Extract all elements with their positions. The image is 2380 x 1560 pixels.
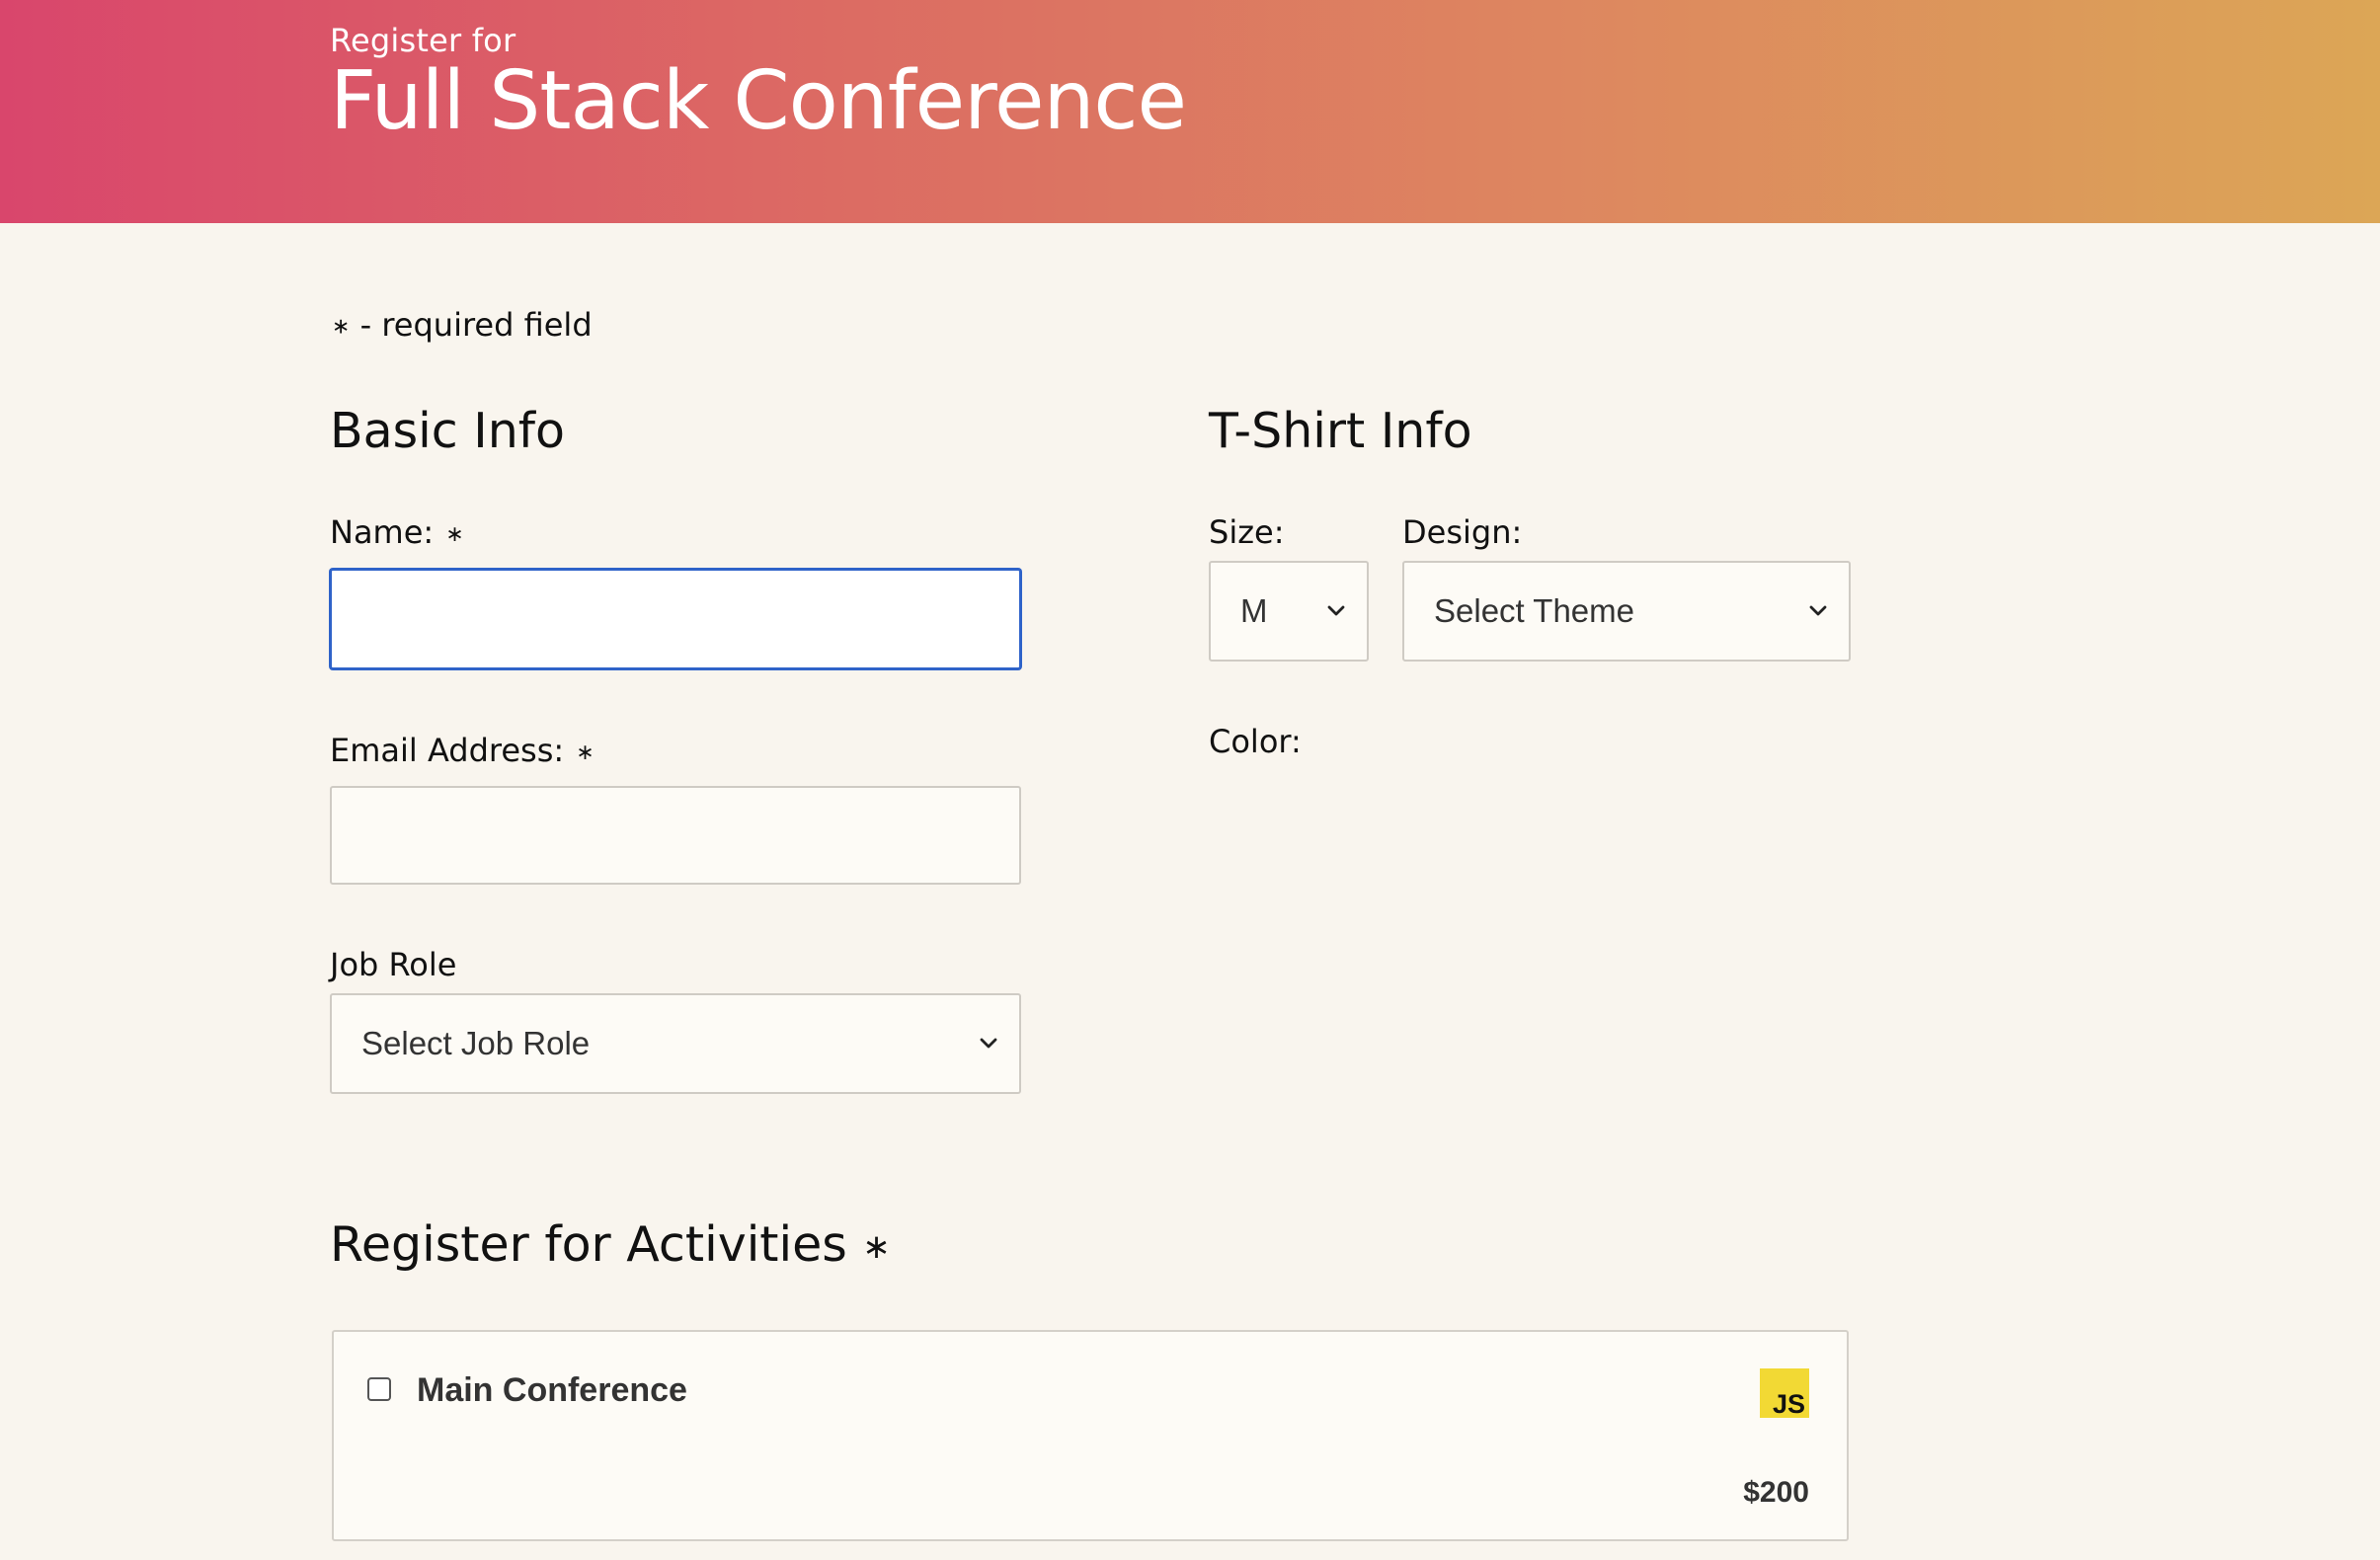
required-note-text: - required field — [350, 306, 593, 344]
activities-required-star: ∗ — [862, 1226, 891, 1267]
required-field-note: ∗ - required field — [332, 306, 593, 344]
chevron-down-icon — [1805, 598, 1831, 624]
design-label: Design: — [1402, 513, 1523, 551]
job-role-selected-value: Select Job Role — [361, 1025, 591, 1061]
email-label: Email Address: ∗ — [330, 732, 595, 769]
size-label: Size: — [1209, 513, 1285, 551]
tshirt-info-heading: T-Shirt Info — [1209, 403, 1472, 459]
basic-info-heading: Basic Info — [330, 403, 566, 459]
activities-heading-text: Register for Activities — [330, 1216, 847, 1273]
javascript-logo-icon: JS — [1760, 1368, 1809, 1418]
color-label: Color: — [1209, 723, 1302, 760]
job-role-label: Job Role — [330, 946, 457, 983]
chevron-down-icon — [976, 1031, 1001, 1056]
design-selected-value: Select Theme — [1434, 592, 1634, 629]
required-star: ∗ — [332, 314, 351, 340]
main-conference-checkbox[interactable] — [367, 1377, 391, 1401]
size-select[interactable]: M — [1209, 561, 1369, 662]
activity-item-main-conference: Main Conference JS $200 — [332, 1330, 1849, 1541]
job-role-select[interactable]: Select Job Role — [330, 993, 1021, 1094]
email-input[interactable] — [330, 786, 1021, 885]
name-required-star: ∗ — [445, 521, 464, 547]
activity-price: $200 — [1743, 1476, 1809, 1509]
email-required-star: ∗ — [576, 740, 595, 765]
name-label-text: Name: — [330, 513, 435, 551]
chevron-down-icon — [1323, 598, 1349, 624]
email-label-text: Email Address: — [330, 732, 565, 769]
name-input[interactable] — [330, 569, 1021, 669]
design-select[interactable]: Select Theme — [1402, 561, 1851, 662]
page-header: Register for Full Stack Conference — [0, 0, 2380, 223]
name-label: Name: ∗ — [330, 513, 464, 551]
activities-heading: Register for Activities ∗ — [330, 1218, 891, 1272]
size-selected-value: M — [1240, 592, 1268, 629]
activity-name: Main Conference — [417, 1371, 687, 1409]
page-title: Full Stack Conference — [330, 54, 1187, 148]
js-badge-text: JS — [1772, 1389, 1805, 1419]
